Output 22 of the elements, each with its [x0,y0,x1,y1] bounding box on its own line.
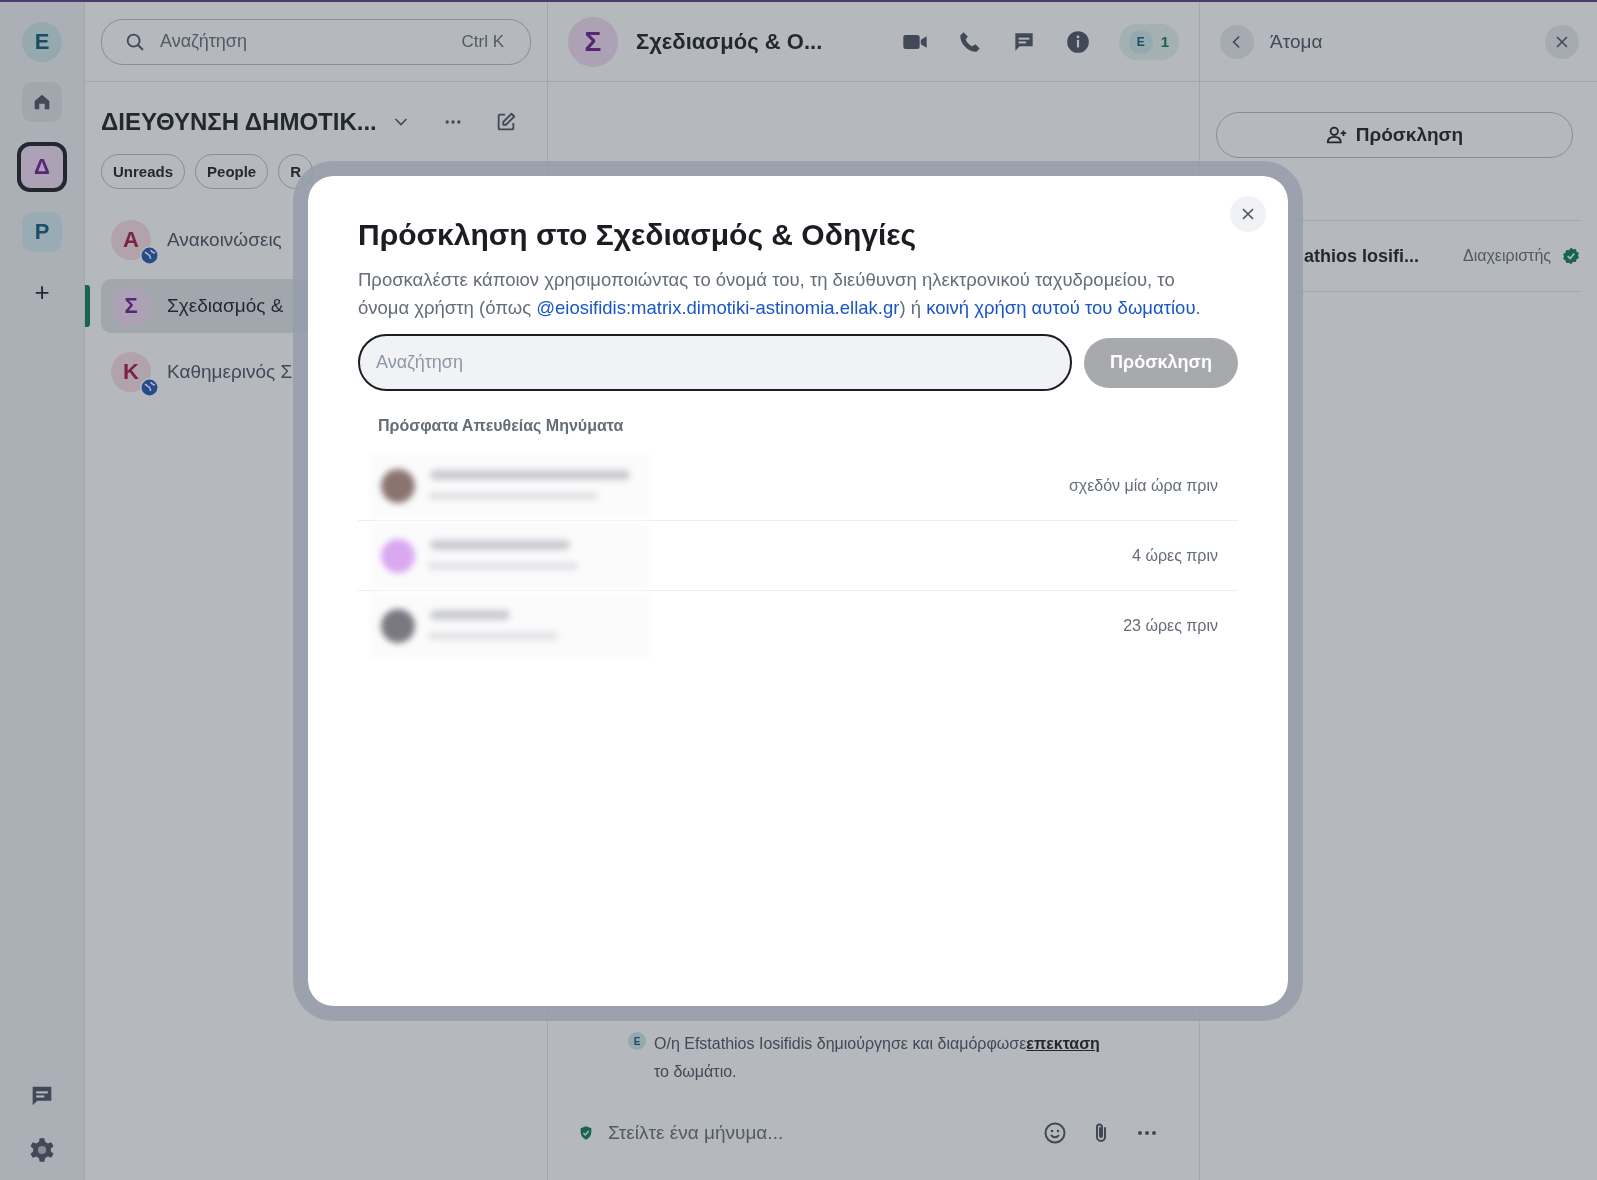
section-heading: Πρόσφατα Απευθείας Μηνύματα [378,417,625,435]
room-name: Ανακοινώσεις [167,229,282,251]
sender-avatar: E [628,1032,646,1050]
space-title: ΔΙΕΥΘΥΝΣΗ ΔΗΜΟΤΙΚ... [101,108,377,136]
dialog-title: Πρόσκληση στο Σχεδιασμός & Οδηγίες [358,218,918,252]
room-name: Σχεδιασμός & Ο... [636,28,824,55]
room-avatar: Σ [568,16,618,67]
member-count: 1 [1160,33,1169,50]
room-name: Σχεδιασμός & [167,295,284,317]
room-avatar: Σ [111,286,151,326]
member-name: athios Iosifi... [1304,245,1420,267]
event-text: Ο/η Efstathios Iosifidis δημιούργησε και διαμόρφωσεεπεκταση το δωμάτιο. [654,1034,1100,1082]
search-placeholder: Αναζήτηση [160,31,248,52]
panel-title: Άτομα [1270,30,1324,53]
dialog-description: Προσκαλέστε κάποιον χρησιμοποιώντας το όνομά του, τη διεύθυνση ηλεκτρονικού ταχυδρομείου, το όνομα χρήστη (όπως @eiosifidis:matrix.dimotiki-astinomia.ellak.gr) ή κοινή χρήση αυτού του δωματίου. [358,268,1202,320]
timestamp: σχεδόν μία ώρα πριν [1068,476,1218,495]
timestamp: 4 ώρες πριν [1132,546,1218,565]
member-avatar: E [1128,29,1153,54]
room-name: Καθημερινός Σ [167,361,293,383]
member-role: Διαχειριστής [1462,247,1551,265]
timestamp: 23 ώρες πριν [1123,616,1218,635]
shortcut-label: Ctrl K [461,31,504,52]
